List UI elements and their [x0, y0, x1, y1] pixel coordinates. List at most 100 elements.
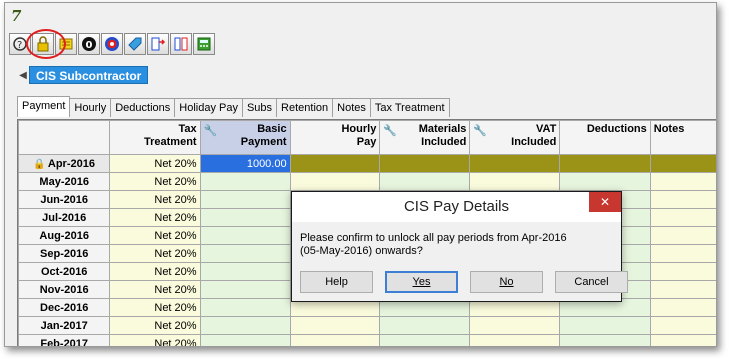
deductions-cell[interactable]	[559, 154, 651, 173]
materials-included-header[interactable]: 🔧 Materials Included	[379, 120, 471, 155]
period-cell[interactable]: Sep-2016	[18, 244, 111, 263]
tag-icon[interactable]	[124, 33, 146, 55]
vat-included-cell[interactable]	[469, 154, 561, 173]
yes-button[interactable]: Yes	[385, 271, 458, 293]
zero-icon[interactable]: 0	[78, 33, 100, 55]
period-cell[interactable]: 🔒 Apr-2016	[18, 154, 111, 173]
period-cell[interactable]: Oct-2016	[18, 262, 111, 281]
tab-payment[interactable]: Payment	[17, 96, 71, 117]
materials-included-cell[interactable]	[379, 154, 471, 173]
notes-cell[interactable]	[649, 172, 716, 191]
panel-header: ◀ CIS Subcontractor	[17, 65, 149, 85]
tab-holiday-pay[interactable]: Holiday Pay	[174, 98, 243, 117]
basic-payment-cell[interactable]	[199, 280, 291, 299]
period-cell[interactable]: Aug-2016	[18, 226, 111, 245]
panel-title: CIS Subcontractor	[29, 66, 149, 84]
notes-cell[interactable]	[649, 190, 716, 209]
tax-treatment-cell[interactable]: Net 20%	[109, 280, 201, 299]
basic-payment-cell[interactable]	[199, 316, 291, 335]
tax-treatment-cell[interactable]: Net 20%	[109, 154, 201, 173]
basic-payment-cell[interactable]	[199, 244, 291, 263]
tax-treatment-cell[interactable]: Net 20%	[109, 190, 201, 209]
target-icon[interactable]	[101, 33, 123, 55]
notes-cell[interactable]	[649, 280, 716, 299]
notes-cell[interactable]	[649, 262, 716, 281]
basic-payment-header[interactable]: 🔧 Basic Payment	[199, 120, 291, 155]
notes-cell[interactable]	[649, 154, 716, 173]
period-cell[interactable]: Jun-2016	[18, 190, 111, 209]
notes-cell[interactable]	[649, 208, 716, 227]
deductions-cell[interactable]	[559, 316, 651, 335]
hourly-pay-header[interactable]: Hourly Pay	[289, 120, 381, 155]
hourly-pay-cell[interactable]	[289, 154, 381, 173]
period-cell[interactable]: Jan-2017	[18, 316, 111, 335]
app-window: 7 ? 0 ◀ CIS Subcontractor Payment Hourly…	[4, 2, 717, 347]
basic-payment-cell[interactable]	[199, 190, 291, 209]
notes-cell[interactable]	[649, 226, 716, 245]
help-button[interactable]: Help	[300, 271, 373, 293]
vat-included-cell[interactable]	[469, 334, 561, 346]
arrow-swap-icon[interactable]	[147, 33, 169, 55]
table-row[interactable]: Feb-2017 Net 20%	[18, 334, 716, 346]
tax-treatment-cell[interactable]: Net 20%	[109, 316, 201, 335]
basic-payment-cell[interactable]	[199, 262, 291, 281]
tax-treatment-cell[interactable]: Net 20%	[109, 298, 201, 317]
deductions-cell[interactable]	[559, 334, 651, 346]
table-row[interactable]: 🔒 Apr-2016 Net 20% 1000.00	[18, 154, 716, 173]
tab-subs[interactable]: Subs	[241, 98, 278, 117]
app-logo-icon: 7	[11, 7, 22, 25]
tax-treatment-cell[interactable]: Net 20%	[109, 244, 201, 263]
period-cell[interactable]: Nov-2016	[18, 280, 111, 299]
period-cell[interactable]: Dec-2016	[18, 298, 111, 317]
vat-included-header[interactable]: 🔧 VAT Included	[469, 120, 561, 155]
wrench-icon: 🔧	[383, 125, 398, 137]
tab-tax-treatment[interactable]: Tax Treatment	[369, 98, 450, 117]
tax-treatment-cell[interactable]: Net 20%	[109, 172, 201, 191]
notes-header[interactable]: Notes	[649, 120, 716, 155]
basic-payment-cell[interactable]	[199, 298, 291, 317]
materials-included-cell[interactable]	[379, 172, 471, 191]
calculator-icon[interactable]	[193, 33, 215, 55]
tax-treatment-cell[interactable]: Net 20%	[109, 208, 201, 227]
materials-included-cell[interactable]	[379, 334, 471, 346]
notes-cell[interactable]	[649, 316, 716, 335]
title-bar: 7	[5, 3, 716, 29]
tab-deductions[interactable]: Deductions	[110, 98, 176, 117]
dialog-message-line2: (05-May-2016) onwards?	[300, 245, 423, 257]
table-row[interactable]: Jan-2017 Net 20%	[18, 316, 716, 335]
hourly-pay-cell[interactable]	[289, 172, 381, 191]
table-row[interactable]: May-2016 Net 20%	[18, 172, 716, 191]
period-cell[interactable]: Feb-2017	[18, 334, 111, 346]
close-icon[interactable]: ✕	[589, 192, 621, 212]
deductions-cell[interactable]	[559, 172, 651, 191]
basic-payment-cell[interactable]: 1000.00	[199, 154, 291, 173]
basic-payment-cell[interactable]	[199, 208, 291, 227]
notes-cell[interactable]	[649, 244, 716, 263]
tab-hourly[interactable]: Hourly	[69, 98, 112, 117]
basic-payment-cell[interactable]	[199, 172, 291, 191]
column-icon[interactable]	[170, 33, 192, 55]
notes-cell[interactable]	[649, 298, 716, 317]
basic-payment-cell[interactable]	[199, 334, 291, 346]
no-button[interactable]: No	[470, 271, 543, 293]
tax-treatment-header[interactable]: Tax Treatment	[109, 120, 201, 155]
tax-treatment-cell[interactable]: Net 20%	[109, 226, 201, 245]
period-cell[interactable]: Jul-2016	[18, 208, 111, 227]
cancel-button[interactable]: Cancel	[555, 271, 628, 293]
hourly-pay-cell[interactable]	[289, 316, 381, 335]
hourly-pay-cell[interactable]	[289, 334, 381, 346]
basic-payment-cell[interactable]	[199, 226, 291, 245]
tab-notes[interactable]: Notes	[332, 98, 371, 117]
dialog-title: CIS Pay Details ✕	[292, 192, 621, 222]
deductions-header[interactable]: Deductions	[559, 120, 651, 155]
materials-included-cell[interactable]	[379, 316, 471, 335]
back-arrow-icon[interactable]: ◀	[17, 67, 29, 83]
tax-treatment-cell[interactable]: Net 20%	[109, 262, 201, 281]
vat-included-cell[interactable]	[469, 316, 561, 335]
period-cell[interactable]: May-2016	[18, 172, 111, 191]
dialog-buttons: Help Yes No Cancel	[300, 271, 628, 293]
vat-included-cell[interactable]	[469, 172, 561, 191]
notes-cell[interactable]	[649, 334, 716, 346]
tax-treatment-cell[interactable]: Net 20%	[109, 334, 201, 346]
tab-retention[interactable]: Retention	[276, 98, 334, 117]
